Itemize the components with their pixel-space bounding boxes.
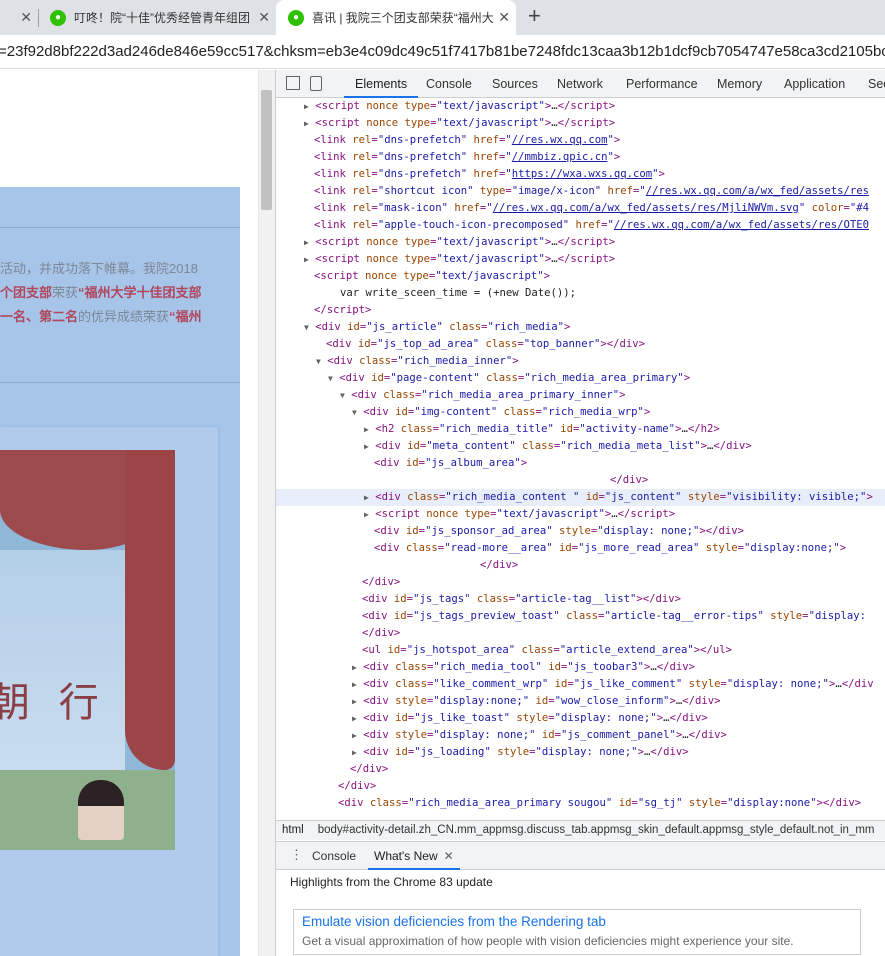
highlights-heading: Highlights from the Chrome 83 update [290,875,493,889]
browser-tab-pinned[interactable]: ✕ [0,0,38,35]
inspect-element-icon[interactable] [286,76,300,90]
breadcrumb: html body#activity-detail.zh_CN.mm_appmsg… [276,820,885,840]
tab-sources[interactable]: Sources [492,70,538,98]
dom-node-line[interactable]: ▶ <h2 class="rich_media_title" id="activ… [276,421,885,438]
dom-node-line[interactable]: </div> [276,472,885,489]
feature-card[interactable]: Emulate vision deficiencies from the Ren… [293,909,861,955]
page-viewport: 活动，并成功落下帷幕。我院2018 个团支部荣获“福州大学十佳团支部 一名、第二… [0,70,258,956]
dom-node-line[interactable]: ▶ <div class="rich_media_content " id="j… [276,489,885,506]
dom-node-line[interactable]: ▼ <div id="page-content" class="rich_med… [276,370,885,387]
tab-application[interactable]: Application [784,70,845,98]
dom-node-line[interactable]: ▶ <div class="rich_media_tool" id="js_to… [276,659,885,676]
scrollbar-thumb[interactable] [261,90,272,210]
dom-node-line[interactable]: <script nonce type="text/javascript"> [276,268,885,285]
dom-node-line[interactable]: <div id="js_album_area"> [276,455,885,472]
tab-performance[interactable]: Performance [626,70,698,98]
tab-security[interactable]: Sec [868,70,885,98]
whats-new-panel: Highlights from the Chrome 83 update Emu… [276,870,885,956]
devtools-toolbar: Elements Console Sources Network Perform… [276,70,885,98]
address-bar[interactable]: =23f92d8bf222d3ad246de846e59cc517&chksm=… [0,35,885,69]
devtools-panel: Elements Console Sources Network Perform… [275,70,885,956]
dom-node-line[interactable]: ▶ <div style="display: none;" id="js_com… [276,727,885,744]
wechat-icon: ● [288,9,304,26]
device-toolbar-icon[interactable] [310,76,322,91]
feature-title[interactable]: Emulate vision deficiencies from the Ren… [302,914,606,929]
dom-node-line[interactable]: ▶ <script nonce type="text/javascript">…… [276,251,885,268]
browser-tab-article-1[interactable]: ● 叮咚！院“十佳”优秀经管青年组团 ✕ [38,0,276,35]
tab-console[interactable]: Console [426,70,472,98]
person-figure [78,780,124,840]
paragraph-line: 一名、第二名的优异成绩荣获“福州 [0,309,202,324]
dom-node-line[interactable]: <div class="read-more__area" id="js_more… [276,540,885,557]
tab-network[interactable]: Network [557,70,603,98]
divider [0,227,240,228]
close-tab-icon[interactable]: ✕ [20,9,32,26]
more-options-icon[interactable]: ⋮ [290,847,303,863]
breadcrumb-item[interactable]: body#activity-detail.zh_CN.mm_appmsg.dis… [318,824,875,836]
dom-node-line[interactable]: <div id="js_tags_preview_toast" class="a… [276,608,885,625]
dom-node-line[interactable]: ▶ <script nonce type="text/javascript">…… [276,234,885,251]
paragraph-line: 活动，并成功落下帷幕。我院2018 [0,261,198,276]
breadcrumb-item[interactable]: html [282,824,304,836]
divider [0,382,240,383]
dom-node-line[interactable]: </script> [276,302,885,319]
dom-node-line[interactable]: ▶ <div style="display:none;" id="wow_clo… [276,693,885,710]
feature-description: Get a visual approximation of how people… [302,934,794,948]
wechat-icon: ● [50,9,66,26]
url-text[interactable]: =23f92d8bf222d3ad246de846e59cc517&chksm=… [0,43,885,60]
dom-node-line[interactable]: </div> [276,557,885,574]
dom-node-line[interactable]: <div id="js_top_ad_area" class="top_bann… [276,336,885,353]
dom-node-line[interactable]: </div> [276,625,885,642]
elements-tree: ▶ <script nonce type="text/javascript">…… [276,98,885,820]
paragraph-line: 个团支部荣获“福州大学十佳团支部 [0,285,202,300]
dom-node-line[interactable]: </div> [276,574,885,591]
tab-title: 喜讯 | 我院三个团支部荣获“福州大 [312,11,494,25]
page-scrollbar[interactable] [258,70,275,956]
new-tab-button[interactable]: + [528,3,541,29]
dom-node-line[interactable]: var write_sceen_time = (+new Date()); [276,285,885,302]
dom-node-line[interactable]: <link rel="shortcut icon" type="image/x-… [276,183,885,200]
dom-node-line[interactable]: ▶ <div class="like_comment_wrp" id="js_l… [276,676,885,693]
dom-node-line[interactable]: <link rel="dns-prefetch" href="https://w… [276,166,885,183]
dom-node-line[interactable]: <ul id="js_hotspot_area" class="article_… [276,642,885,659]
dom-node-line[interactable]: ▶ <div id="meta_content" class="rich_med… [276,438,885,455]
tab-memory[interactable]: Memory [717,70,762,98]
browser-tab-strip: ✕ ● 叮咚！院“十佳”优秀经管青年组团 ✕ ● 喜讯 | 我院三个团支部荣获“… [0,0,885,35]
dom-node-line[interactable]: ▼ <div class="rich_media_area_primary_in… [276,387,885,404]
dom-node-line[interactable]: </div> [276,761,885,778]
dom-node-line[interactable]: <div id="js_tags" class="article-tag__li… [276,591,885,608]
curtain-graphic [125,450,175,770]
dom-node-line[interactable]: ▶ <div id="js_loading" style="display: n… [276,744,885,761]
dom-node-line[interactable]: ▶ <script nonce type="text/javascript">…… [276,115,885,132]
browser-tab-article-2-active[interactable]: ● 喜讯 | 我院三个团支部荣获“福州大 ✕ [276,0,516,35]
dom-node-line[interactable]: <div id="js_sponsor_ad_area" style="disp… [276,523,885,540]
drawer-tab-whats-new[interactable]: What's New ✕ [368,842,460,870]
drawer-tab-strip: ⋮ Console What's New ✕ [276,841,885,870]
dom-node-line[interactable]: <link rel="mask-icon" href="//res.wx.qq.… [276,200,885,217]
dom-node-line[interactable]: </div> [276,778,885,795]
dom-node-line[interactable]: <link rel="apple-touch-icon-precomposed"… [276,217,885,234]
close-tab-icon[interactable]: ✕ [498,9,510,26]
dom-node-line[interactable]: <link rel="dns-prefetch" href="//res.wx.… [276,132,885,149]
dom-node-line[interactable]: ▼ <div class="rich_media_inner"> [276,353,885,370]
dom-node-line[interactable]: <link rel="dns-prefetch" href="//mmbiz.q… [276,149,885,166]
dom-node-line[interactable]: ▶ <div id="js_like_toast" style="display… [276,710,885,727]
dom-node-line[interactable]: ▶ <script nonce type="text/javascript">…… [276,98,885,115]
dom-node-line[interactable]: <div class="rich_media_area_primary soug… [276,795,885,812]
close-tab-icon[interactable]: ✕ [258,9,270,26]
drawer-tab-console[interactable]: Console [312,849,356,863]
close-icon[interactable]: ✕ [444,849,454,863]
dom-node-line[interactable]: ▶ <script nonce type="text/javascript">…… [276,506,885,523]
tab-elements[interactable]: Elements [344,70,419,98]
article-paragraph: 活动，并成功落下帷幕。我院2018 个团支部荣获“福州大学十佳团支部 一名、第二… [0,257,240,329]
calligraphy-text: 朝 行 [0,680,107,726]
tab-title: 叮咚！院“十佳”优秀经管青年组团 [74,11,250,25]
dom-node-line[interactable]: ▼ <div id="img-content" class="rich_medi… [276,404,885,421]
article-photo: 朝 行 [0,450,175,850]
dom-node-line[interactable]: ▼ <div id="js_article" class="rich_media… [276,319,885,336]
